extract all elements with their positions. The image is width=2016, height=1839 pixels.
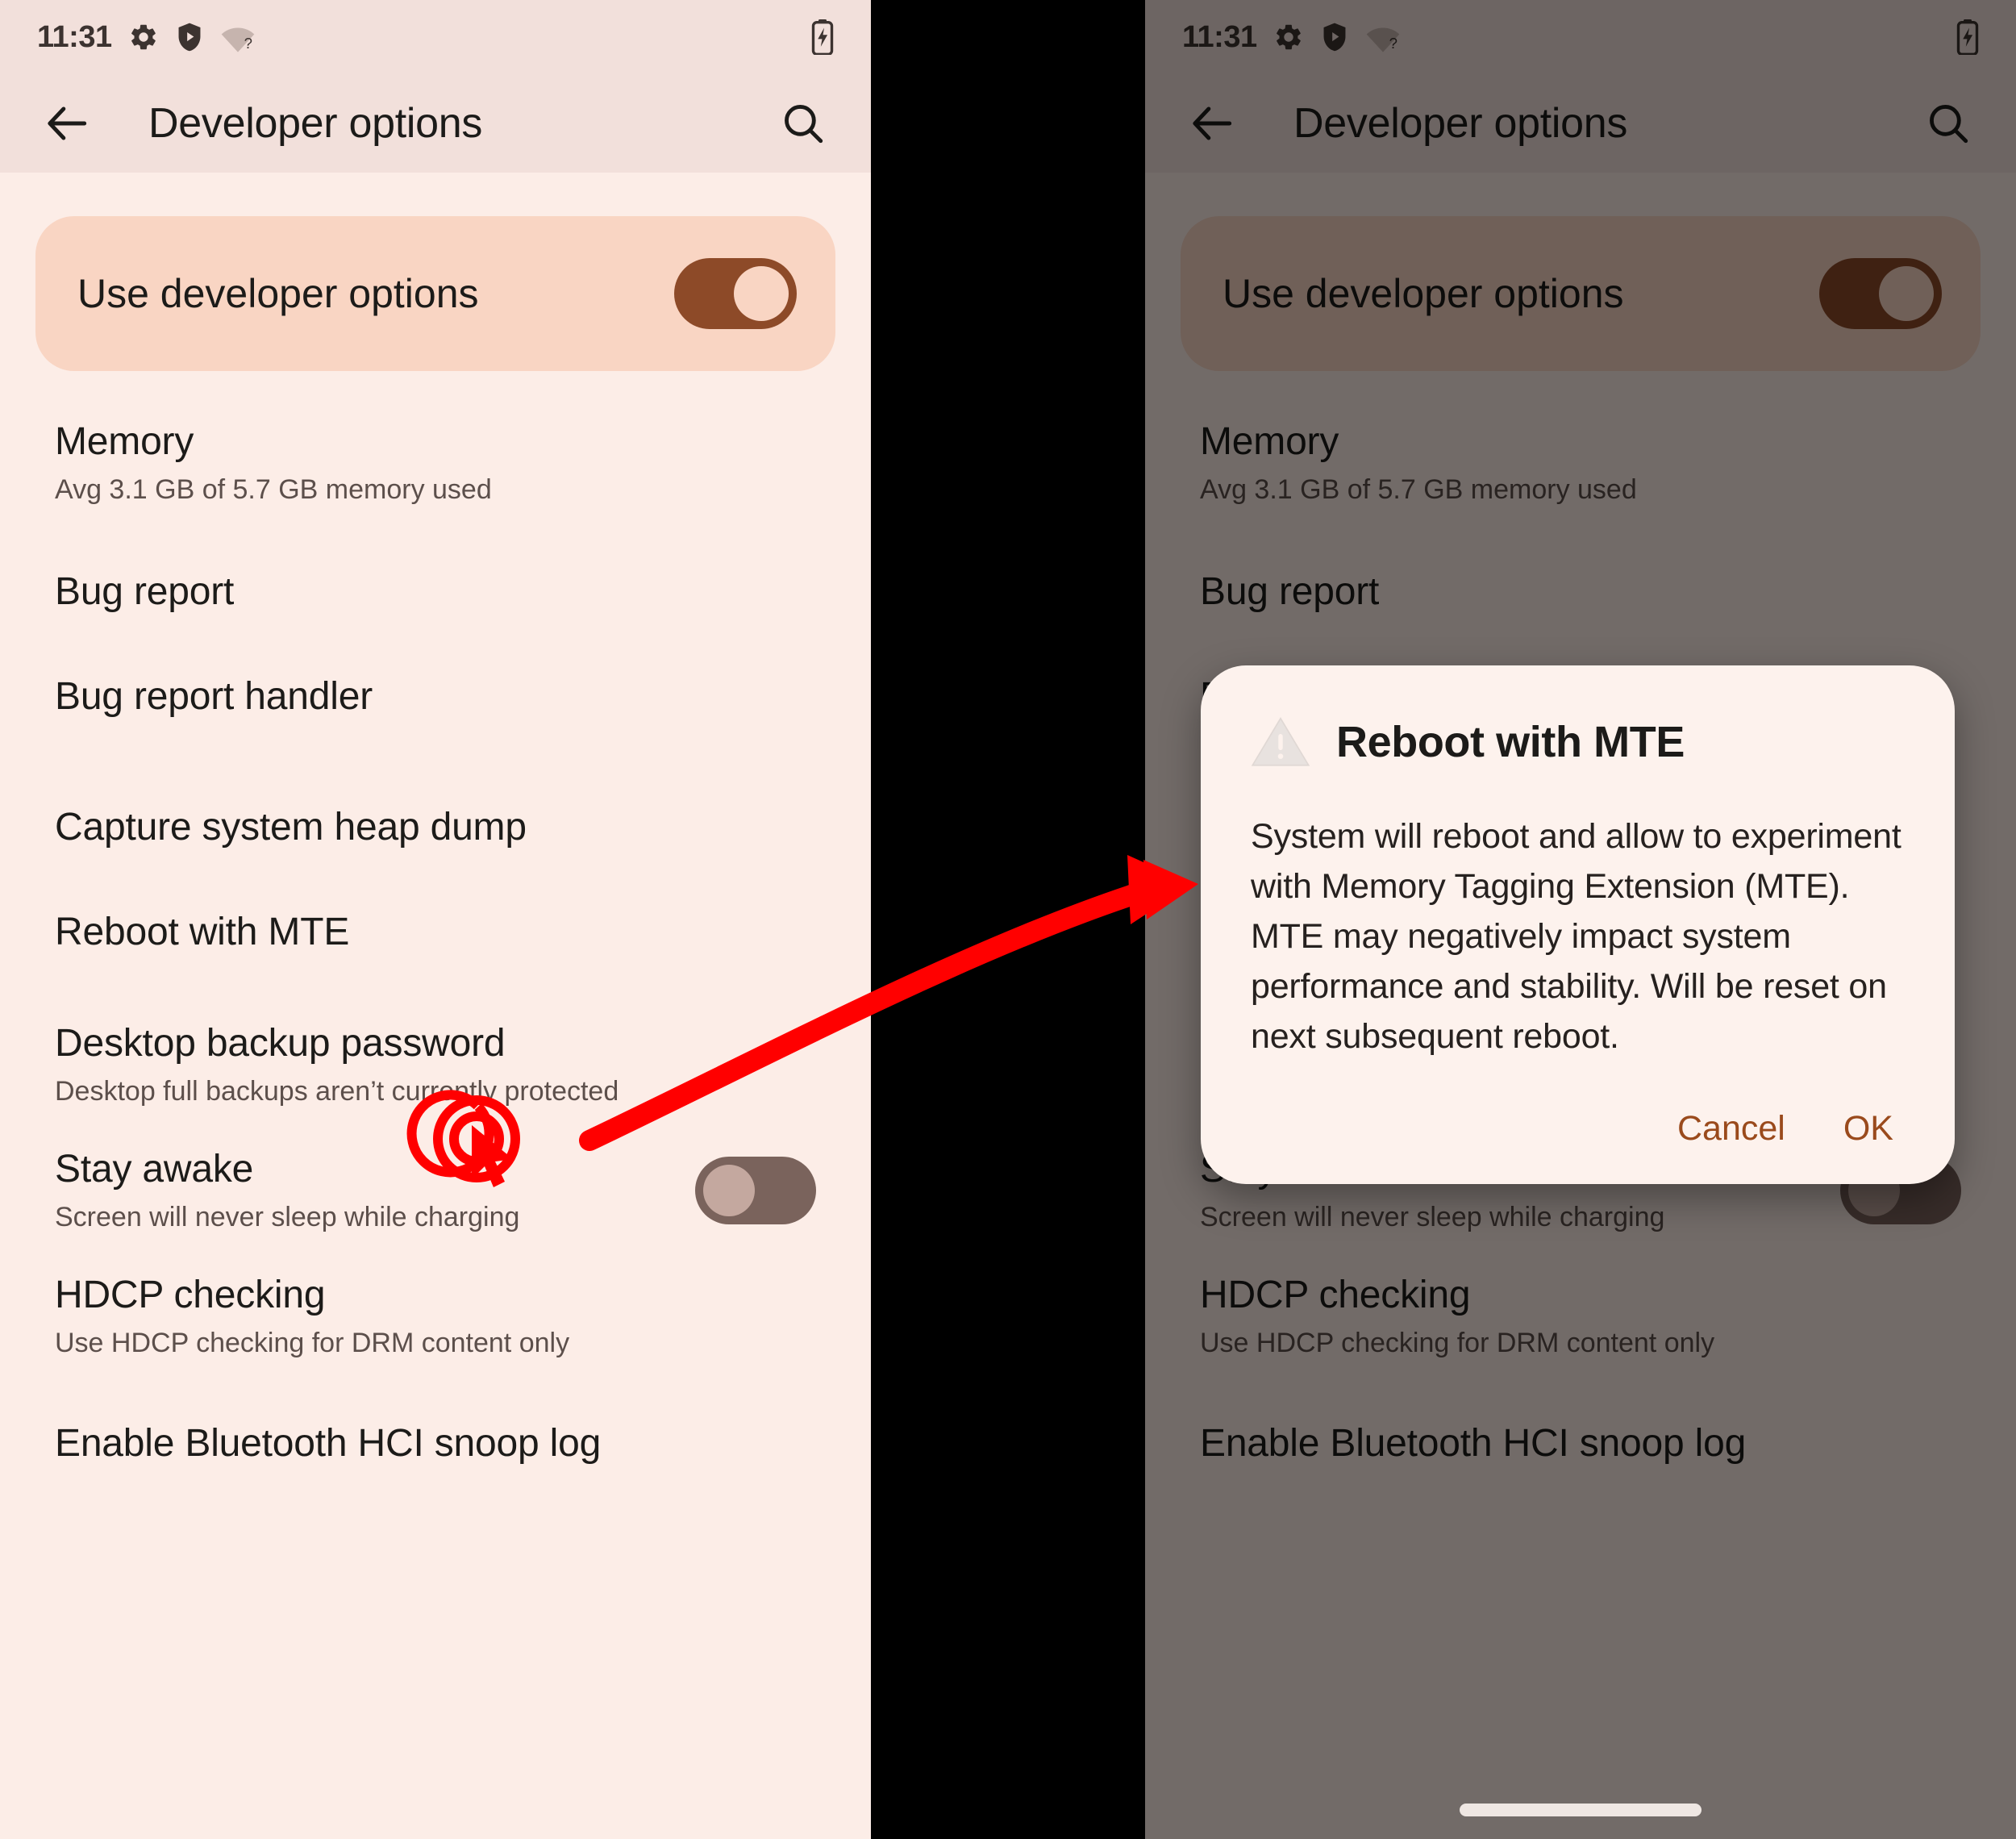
list-item-subtitle: Avg 3.1 GB of 5.7 GB memory used [1200, 474, 1637, 506]
dialog-header: Reboot with MTE [1251, 715, 1905, 769]
svg-text:?: ? [244, 35, 252, 52]
cancel-button[interactable]: Cancel [1677, 1109, 1785, 1149]
status-bar-right [811, 19, 834, 55]
toggle-thumb [703, 1165, 755, 1216]
dialog-actions: Cancel OK [1251, 1109, 1905, 1149]
list-item-hdcp-checking[interactable]: HDCP checking Use HDCP checking for DRM … [1145, 1271, 2016, 1362]
list-item-memory[interactable]: Memory Avg 3.1 GB of 5.7 GB memory used [0, 418, 871, 508]
back-arrow-icon[interactable] [1174, 98, 1252, 148]
list-item-hdcp-checking[interactable]: HDCP checking Use HDCP checking for DRM … [0, 1271, 871, 1362]
status-bar-left: 11:31 ? [1182, 20, 1401, 55]
dialog-title: Reboot with MTE [1336, 718, 1685, 766]
list-item-reboot-with-mte[interactable]: Reboot with MTE [0, 887, 871, 978]
use-developer-options-card[interactable]: Use developer options [1181, 216, 1981, 371]
battery-charging-icon [811, 19, 834, 55]
gear-icon [128, 22, 159, 52]
list-item-subtitle: Use HDCP checking for DRM content only [55, 1328, 570, 1359]
list-item-title: Enable Bluetooth HCI snoop log [1200, 1422, 1747, 1466]
app-bar: Developer options [0, 74, 871, 173]
list-item-title: Memory [1200, 419, 1339, 463]
toggle-thumb [734, 266, 789, 321]
search-icon[interactable] [1910, 100, 1987, 147]
phone-screen-before: 11:31 ? Developer options Use developer … [0, 0, 871, 1839]
list-item-title: Stay awake [55, 1147, 254, 1191]
use-developer-options-label: Use developer options [1223, 271, 1624, 316]
list-item-capture-system-heap-dump[interactable]: Capture system heap dump [0, 782, 871, 873]
list-item-enable-bluetooth-hci-snoop-log[interactable]: Enable Bluetooth HCI snoop log [1145, 1399, 2016, 1489]
list-item-desktop-backup-password[interactable]: Desktop backup password Desktop full bac… [0, 1020, 871, 1110]
status-bar-left: 11:31 ? [37, 20, 256, 55]
search-icon[interactable] [764, 100, 842, 147]
list-item-title: Bug report [55, 570, 235, 614]
use-developer-options-toggle[interactable] [674, 258, 797, 329]
page-title: Developer options [1293, 100, 1628, 147]
status-bar-right [1956, 19, 1979, 55]
app-bar: Developer options [1145, 74, 2016, 173]
list-item-title: Enable Bluetooth HCI snoop log [55, 1422, 602, 1466]
list-item-enable-bluetooth-hci-snoop-log[interactable]: Enable Bluetooth HCI snoop log [0, 1399, 871, 1489]
list-item-title: Capture system heap dump [55, 806, 527, 849]
stay-awake-toggle[interactable] [695, 1157, 816, 1224]
status-bar: 11:31 ? [1145, 0, 2016, 74]
list-item-subtitle: Screen will never sleep while charging [55, 1202, 520, 1233]
list-item-title: HDCP checking [1200, 1273, 1471, 1316]
back-arrow-icon[interactable] [29, 98, 106, 148]
settings-content: Use developer options Memory Avg 3.1 GB … [0, 216, 871, 1489]
list-item-title: Desktop backup password [55, 1021, 506, 1065]
svg-text:?: ? [1389, 35, 1397, 52]
list-item-memory[interactable]: Memory Avg 3.1 GB of 5.7 GB memory used [1145, 418, 2016, 508]
warning-triangle-icon [1251, 715, 1310, 769]
use-developer-options-card[interactable]: Use developer options [35, 216, 835, 371]
toggle-thumb [1879, 266, 1934, 321]
home-indicator[interactable] [1460, 1804, 1702, 1816]
dialog-body-text: System will reboot and allow to experime… [1251, 817, 1901, 1056]
settings-list: Memory Avg 3.1 GB of 5.7 GB memory used … [0, 418, 871, 1489]
status-bar-clock: 11:31 [1182, 19, 1257, 54]
wifi-question-icon: ? [1365, 22, 1401, 52]
list-item-title: Bug report [1200, 570, 1380, 614]
screenshot-stage: 11:31 ? Developer options Use developer … [0, 0, 2016, 1839]
list-item-stay-awake[interactable]: Stay awake Screen will never sleep while… [0, 1145, 871, 1236]
wifi-question-icon: ? [220, 22, 256, 52]
gear-icon [1273, 22, 1304, 52]
shield-play-icon [1320, 22, 1349, 52]
ok-button[interactable]: OK [1843, 1109, 1893, 1149]
shield-play-icon [175, 22, 204, 52]
list-item-subtitle: Screen will never sleep while charging [1200, 1202, 1665, 1233]
list-item-bug-report-handler[interactable]: Bug report handler [0, 652, 871, 742]
use-developer-options-label: Use developer options [77, 271, 479, 316]
use-developer-options-toggle[interactable] [1819, 258, 1942, 329]
list-item-subtitle: Avg 3.1 GB of 5.7 GB memory used [55, 474, 492, 506]
page-title: Developer options [148, 100, 483, 147]
list-item-title: HDCP checking [55, 1273, 326, 1316]
list-item-title: Memory [55, 419, 194, 463]
list-item-subtitle: Desktop full backups aren’t currently pr… [55, 1076, 619, 1107]
list-item-subtitle: Use HDCP checking for DRM content only [1200, 1328, 1715, 1359]
list-item-title: Reboot with MTE [55, 911, 350, 954]
status-bar-clock: 11:31 [37, 19, 112, 54]
list-item-title: Bug report handler [55, 675, 373, 719]
list-item-bug-report[interactable]: Bug report [1145, 547, 2016, 637]
status-bar: 11:31 ? [0, 0, 871, 74]
list-item-bug-report[interactable]: Bug report [0, 547, 871, 637]
battery-charging-icon [1956, 19, 1979, 55]
reboot-with-mte-dialog: Reboot with MTE System will reboot and a… [1201, 665, 1955, 1184]
